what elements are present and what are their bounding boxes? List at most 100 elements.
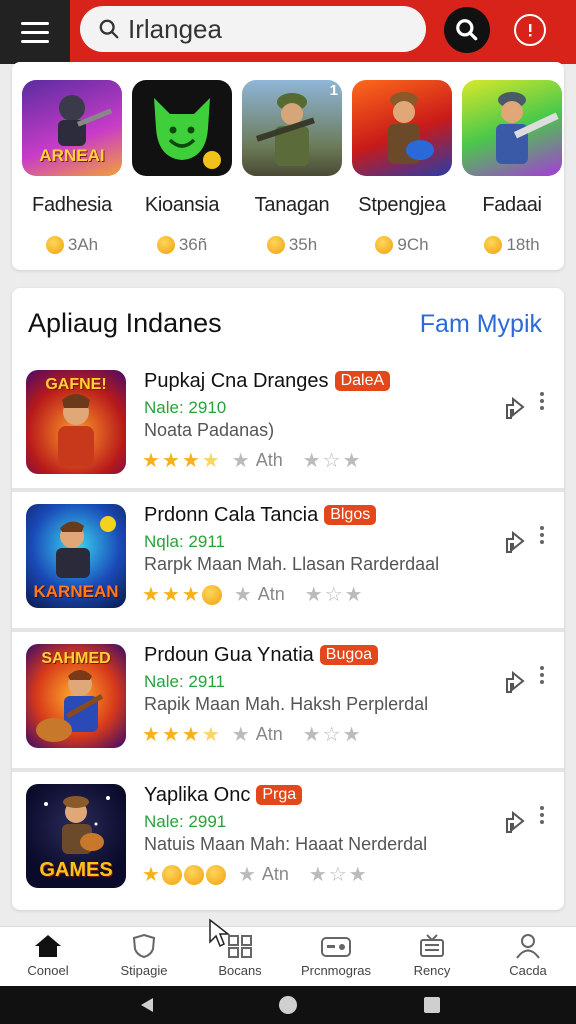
search-icon: [456, 19, 478, 41]
featured-apps-card: ARNEAI Fadhesia 3Ah Kioansia 36ñ 1 Tanag…: [12, 62, 564, 270]
menu-button[interactable]: [0, 0, 70, 64]
gamepad-icon: [321, 937, 351, 957]
kebab-dot: [540, 666, 544, 670]
kebab-dot: [540, 806, 544, 810]
app-meta: 18th: [462, 235, 562, 255]
home-icon: [35, 935, 61, 957]
search-box[interactable]: [80, 6, 426, 52]
icon-title: GAMES: [39, 859, 113, 881]
star-icon: ★: [342, 724, 361, 746]
recents-icon[interactable]: [423, 996, 441, 1014]
search-button[interactable]: [444, 7, 490, 53]
app-badge: 1: [329, 82, 338, 99]
coin-icon: [183, 864, 204, 885]
featured-app[interactable]: 1 Tanagan 35h: [242, 80, 342, 255]
nav-item-recent[interactable]: Rency: [384, 933, 480, 978]
coin-icon: [201, 584, 222, 605]
star-icon: ★: [201, 724, 220, 746]
featured-app[interactable]: Stpengjea 9Ch: [352, 80, 452, 255]
nav-item-games[interactable]: Stipagie: [96, 933, 192, 978]
star-icon: ★: [233, 584, 252, 606]
rating-label: Atn: [255, 724, 283, 744]
star-icon: ★: [142, 584, 160, 606]
search-input[interactable]: [128, 13, 408, 45]
list-item[interactable]: GAMES Yaplika Onc Prga Nale: 2991 Natuis …: [12, 772, 564, 908]
app-icon: GAFNE!: [26, 370, 126, 474]
nav-label: Rency: [413, 963, 451, 978]
star-icon: ★: [181, 450, 200, 472]
rating-label: Ath: [255, 450, 283, 470]
back-icon[interactable]: [138, 996, 156, 1014]
guitarist-art-icon: [388, 92, 434, 164]
star-icon: ★: [304, 584, 323, 606]
featured-apps-carousel[interactable]: ARNEAI Fadhesia 3Ah Kioansia 36ñ 1 Tanag…: [22, 80, 564, 260]
nav-label: Conoel: [27, 963, 69, 978]
coin-icon: [375, 236, 394, 254]
cursor-icon: [209, 918, 230, 948]
app-description: Natuis Maan Mah: Haaat Nerderdal: [144, 834, 428, 854]
app-thumbnail: [462, 80, 562, 176]
more-options-button[interactable]: [514, 14, 546, 46]
nav-item-account[interactable]: Cacda: [480, 933, 576, 978]
star-rating: ★ ★ ★ ★ ★ Atn ★ ☆ ★: [142, 722, 361, 747]
share-glyph-icon: [506, 396, 525, 419]
app-title-text: Prdonn Cala Tancia: [144, 504, 319, 526]
star-icon: ★: [181, 724, 200, 746]
app-title-text: Yaplika Onc: [144, 784, 251, 806]
app-tag: Bugoa: [319, 645, 379, 665]
kebab-dot: [540, 813, 544, 817]
app-meta: 3Ah: [22, 235, 122, 255]
featured-app[interactable]: Fadaai 18th: [462, 80, 562, 255]
share-icon[interactable]: [504, 396, 526, 425]
kebab-dot: [540, 820, 544, 824]
coin-icon: [156, 236, 175, 254]
bottom-navigation: Conoel Stipagie Bocans Prcnmogras Rency …: [0, 926, 576, 986]
icon-title: KARNEAN: [33, 582, 119, 601]
share-icon[interactable]: [504, 670, 526, 699]
green-mascot-icon: [154, 98, 221, 169]
more-vert-icon[interactable]: [540, 526, 544, 544]
star-outline-icon: ☆: [324, 584, 343, 606]
nav-item-apps[interactable]: Bocans: [192, 933, 288, 978]
more-vert-icon[interactable]: [540, 806, 544, 824]
app-rating-text: Nale: 2911: [144, 672, 225, 691]
list-item[interactable]: GAFNE! Pupkaj Cna Dranges DaleA Nale: 291…: [12, 358, 564, 488]
star-icon: ★: [142, 724, 160, 746]
featured-app[interactable]: Kioansia 36ñ: [132, 80, 232, 255]
rating-label: Atn: [261, 864, 289, 884]
hamburger-line: [21, 30, 49, 34]
app-description: Rapik Maan Mah. Haksh Perplerdal: [144, 694, 429, 714]
kebab-dot: [540, 406, 544, 410]
search-icon: [99, 19, 119, 39]
share-icon[interactable]: [504, 530, 526, 559]
home-button-icon[interactable]: [277, 994, 299, 1016]
info-icon: [529, 24, 532, 37]
person-icon: [516, 934, 540, 959]
nav-label: Bocans: [218, 963, 262, 978]
nav-item-home[interactable]: Conoel: [0, 933, 96, 978]
list-item[interactable]: KARNEAN Prdonn Cala Tancia Blgos Nqla: 29…: [12, 492, 564, 628]
rocker-art-icon: [496, 92, 559, 164]
star-outline-icon: ☆: [322, 450, 341, 472]
star-icon: ★: [181, 584, 200, 606]
app-title: Prdonn Cala Tancia Blgos: [144, 504, 377, 527]
icon-title: GAFNE!: [45, 376, 107, 393]
app-meta-value: 3Ah: [67, 235, 99, 254]
star-icon: ★: [142, 864, 160, 886]
featured-app[interactable]: ARNEAI Fadhesia 3Ah: [22, 80, 122, 255]
nav-item-programs[interactable]: Prcnmogras: [288, 933, 384, 978]
kebab-dot: [540, 526, 544, 530]
share-icon[interactable]: [504, 810, 526, 839]
more-vert-icon[interactable]: [540, 666, 544, 684]
star-icon: ★: [344, 584, 363, 606]
shield-icon: [132, 933, 156, 959]
section-link[interactable]: Fam Mypik: [420, 310, 542, 339]
more-vert-icon[interactable]: [540, 392, 544, 410]
nav-label: Cacda: [509, 963, 547, 978]
star-icon: ★: [201, 450, 220, 472]
kebab-dot: [540, 533, 544, 537]
list-item[interactable]: SAHMED Prdoun Gua Ynatia Bugoa Nale: 2911…: [12, 632, 564, 768]
kebab-dot: [540, 540, 544, 544]
nav-label: Prcnmogras: [300, 963, 372, 978]
share-glyph-icon: [506, 530, 525, 553]
